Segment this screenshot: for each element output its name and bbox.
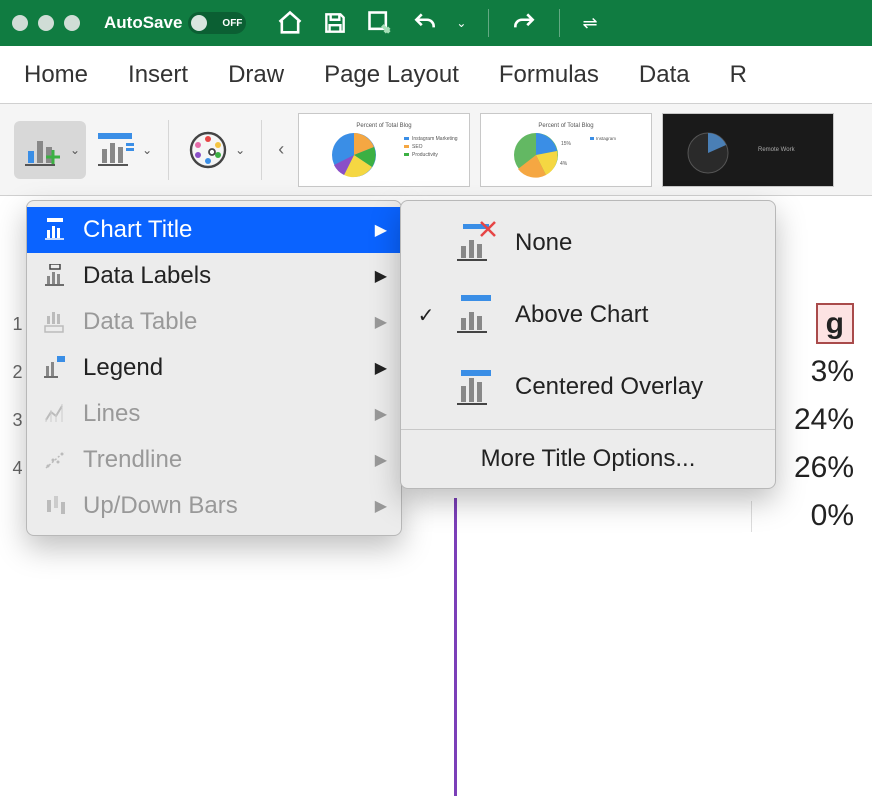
menu-label: Data Labels (83, 262, 211, 290)
chart-selection-edge (454, 498, 457, 796)
submenu-item-above-chart[interactable]: ✓ Above Chart (401, 279, 775, 351)
menu-separator (401, 429, 775, 430)
save-icon[interactable] (322, 10, 348, 36)
ribbon-separator (261, 120, 262, 180)
submenu-arrow-icon: ▶ (375, 496, 387, 516)
submenu-arrow-icon: ▶ (375, 450, 387, 470)
svg-text:SEO: SEO (412, 144, 423, 150)
menu-label: Data Table (83, 308, 197, 336)
submenu-item-more-options[interactable]: More Title Options... (401, 436, 775, 482)
data-labels-icon (41, 264, 69, 288)
svg-text:Instagram Marketing: Instagram Marketing (412, 136, 458, 142)
menu-item-legend[interactable]: Legend ▶ (27, 345, 401, 391)
svg-text:Instagram: Instagram (596, 136, 616, 141)
menu-label: Legend (83, 354, 163, 382)
add-chart-element-button[interactable]: ⌄ (14, 121, 86, 179)
menu-item-data-labels[interactable]: Data Labels ▶ (27, 253, 401, 299)
submenu-label: Centered Overlay (515, 373, 703, 401)
autosave-label: AutoSave (104, 13, 182, 33)
check-icon: ✓ (415, 303, 437, 328)
menu-item-trendline: Trendline ▶ (27, 437, 401, 483)
menu-label: Chart Title (83, 216, 192, 244)
cell[interactable]: 0% (752, 499, 872, 533)
menu-label: Lines (83, 400, 140, 428)
submenu-arrow-icon: ▶ (375, 358, 387, 378)
tab-page-layout[interactable]: Page Layout (324, 61, 459, 89)
menu-item-chart-title[interactable]: Chart Title ▶ (27, 207, 401, 253)
menu-item-updown-bars: Up/Down Bars ▶ (27, 483, 401, 529)
chevron-down-icon: ⌄ (235, 143, 245, 157)
edit-icon[interactable] (366, 9, 394, 37)
svg-text:4%: 4% (560, 161, 568, 167)
svg-text:Productivity: Productivity (412, 152, 438, 158)
svg-text:Percent of Total Blog: Percent of Total Blog (357, 123, 412, 129)
menu-label: Up/Down Bars (83, 492, 238, 520)
chart-style-gallery: Percent of Total Blog Instagram Marketin… (298, 113, 834, 187)
close-window-button[interactable] (12, 15, 28, 31)
tab-draw[interactable]: Draw (228, 61, 284, 89)
tab-data[interactable]: Data (639, 61, 690, 89)
undo-icon[interactable] (412, 10, 438, 36)
chart-title-icon (41, 218, 69, 242)
submenu-label: Above Chart (515, 301, 648, 329)
home-icon[interactable] (276, 9, 304, 37)
menu-item-data-table: Data Table ▶ (27, 299, 401, 345)
chevron-down-icon: ⌄ (142, 143, 152, 157)
chart-style-1[interactable]: Percent of Total Blog Instagram Marketin… (298, 113, 470, 187)
svg-text:15%: 15% (561, 141, 572, 147)
redo-icon[interactable] (511, 10, 537, 36)
tab-more[interactable]: R (730, 61, 747, 89)
title-centered-overlay-icon (451, 362, 501, 412)
submenu-label: More Title Options... (481, 445, 696, 473)
toolbar-divider (488, 9, 489, 37)
autosave-toggle[interactable]: OFF (188, 12, 246, 34)
add-chart-element-menu: Chart Title ▶ Data Labels ▶ Data Table ▶… (26, 200, 402, 536)
legend-icon (41, 356, 69, 380)
zoom-window-button[interactable] (64, 15, 80, 31)
tab-home[interactable]: Home (24, 61, 88, 89)
quick-layout-button[interactable]: ⌄ (86, 121, 158, 179)
window-controls (12, 15, 80, 31)
change-colors-button[interactable]: ⌄ (179, 121, 251, 179)
chart-style-2[interactable]: Percent of Total Blog 15% 4% Instagram (480, 113, 652, 187)
chevron-down-icon: ⌄ (70, 143, 80, 157)
ribbon: ⌄ ⌄ ⌄ ‹ Percent of To (0, 104, 872, 196)
svg-text:Percent of Total Blog: Percent of Total Blog (539, 123, 594, 129)
tab-insert[interactable]: Insert (128, 61, 188, 89)
submenu-arrow-icon: ▶ (375, 404, 387, 424)
title-above-icon (451, 290, 501, 340)
submenu-label: None (515, 229, 572, 257)
customize-toolbar-icon[interactable]: ⇌ (582, 13, 597, 34)
autosave-state: OFF (222, 18, 242, 29)
submenu-arrow-icon: ▶ (375, 312, 387, 332)
minimize-window-button[interactable] (38, 15, 54, 31)
title-none-icon (451, 218, 501, 268)
titlebar: AutoSave OFF ⌄ ⇌ (0, 0, 872, 46)
menu-item-lines: Lines ▶ (27, 391, 401, 437)
menu-label: Trendline (83, 446, 182, 474)
autosave-control[interactable]: AutoSave OFF (104, 12, 246, 34)
ribbon-tabs: Home Insert Draw Page Layout Formulas Da… (0, 46, 872, 104)
svg-text:Remote Work: Remote Work (758, 147, 796, 153)
trendline-icon (41, 448, 69, 472)
toolbar-divider (559, 9, 560, 37)
undo-dropdown-icon[interactable]: ⌄ (456, 16, 466, 30)
gallery-prev-icon[interactable]: ‹ (272, 139, 290, 160)
ribbon-separator (168, 120, 169, 180)
submenu-arrow-icon: ▶ (375, 266, 387, 286)
lines-icon (41, 402, 69, 426)
data-table-icon (41, 310, 69, 334)
chart-style-3[interactable]: Remote Work (662, 113, 834, 187)
chart-title-submenu: None ✓ Above Chart Centered Overlay More… (400, 200, 776, 489)
updown-bars-icon (41, 494, 69, 518)
tab-formulas[interactable]: Formulas (499, 61, 599, 89)
submenu-item-none[interactable]: None (401, 207, 775, 279)
submenu-arrow-icon: ▶ (375, 220, 387, 240)
submenu-item-centered-overlay[interactable]: Centered Overlay (401, 351, 775, 423)
